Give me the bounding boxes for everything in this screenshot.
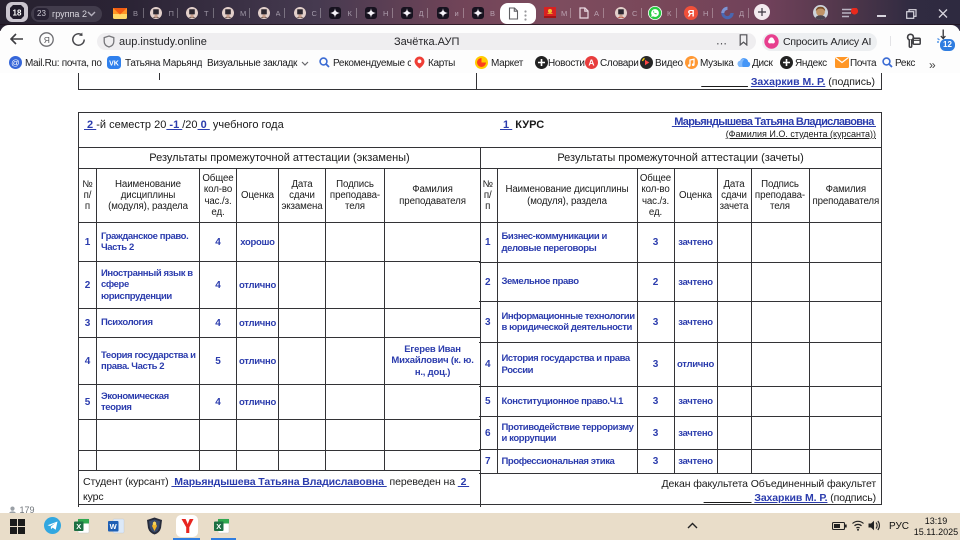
svg-text:Я: Я — [44, 35, 50, 45]
svg-text:Я: Я — [688, 8, 695, 19]
svg-text:X: X — [216, 522, 221, 531]
svg-text:W: W — [110, 522, 118, 531]
svg-text:X: X — [76, 522, 81, 531]
svg-text:А: А — [588, 58, 594, 68]
svg-text:18: 18 — [13, 8, 22, 17]
svg-text:@: @ — [11, 58, 20, 68]
svg-text:VK: VK — [109, 61, 119, 68]
